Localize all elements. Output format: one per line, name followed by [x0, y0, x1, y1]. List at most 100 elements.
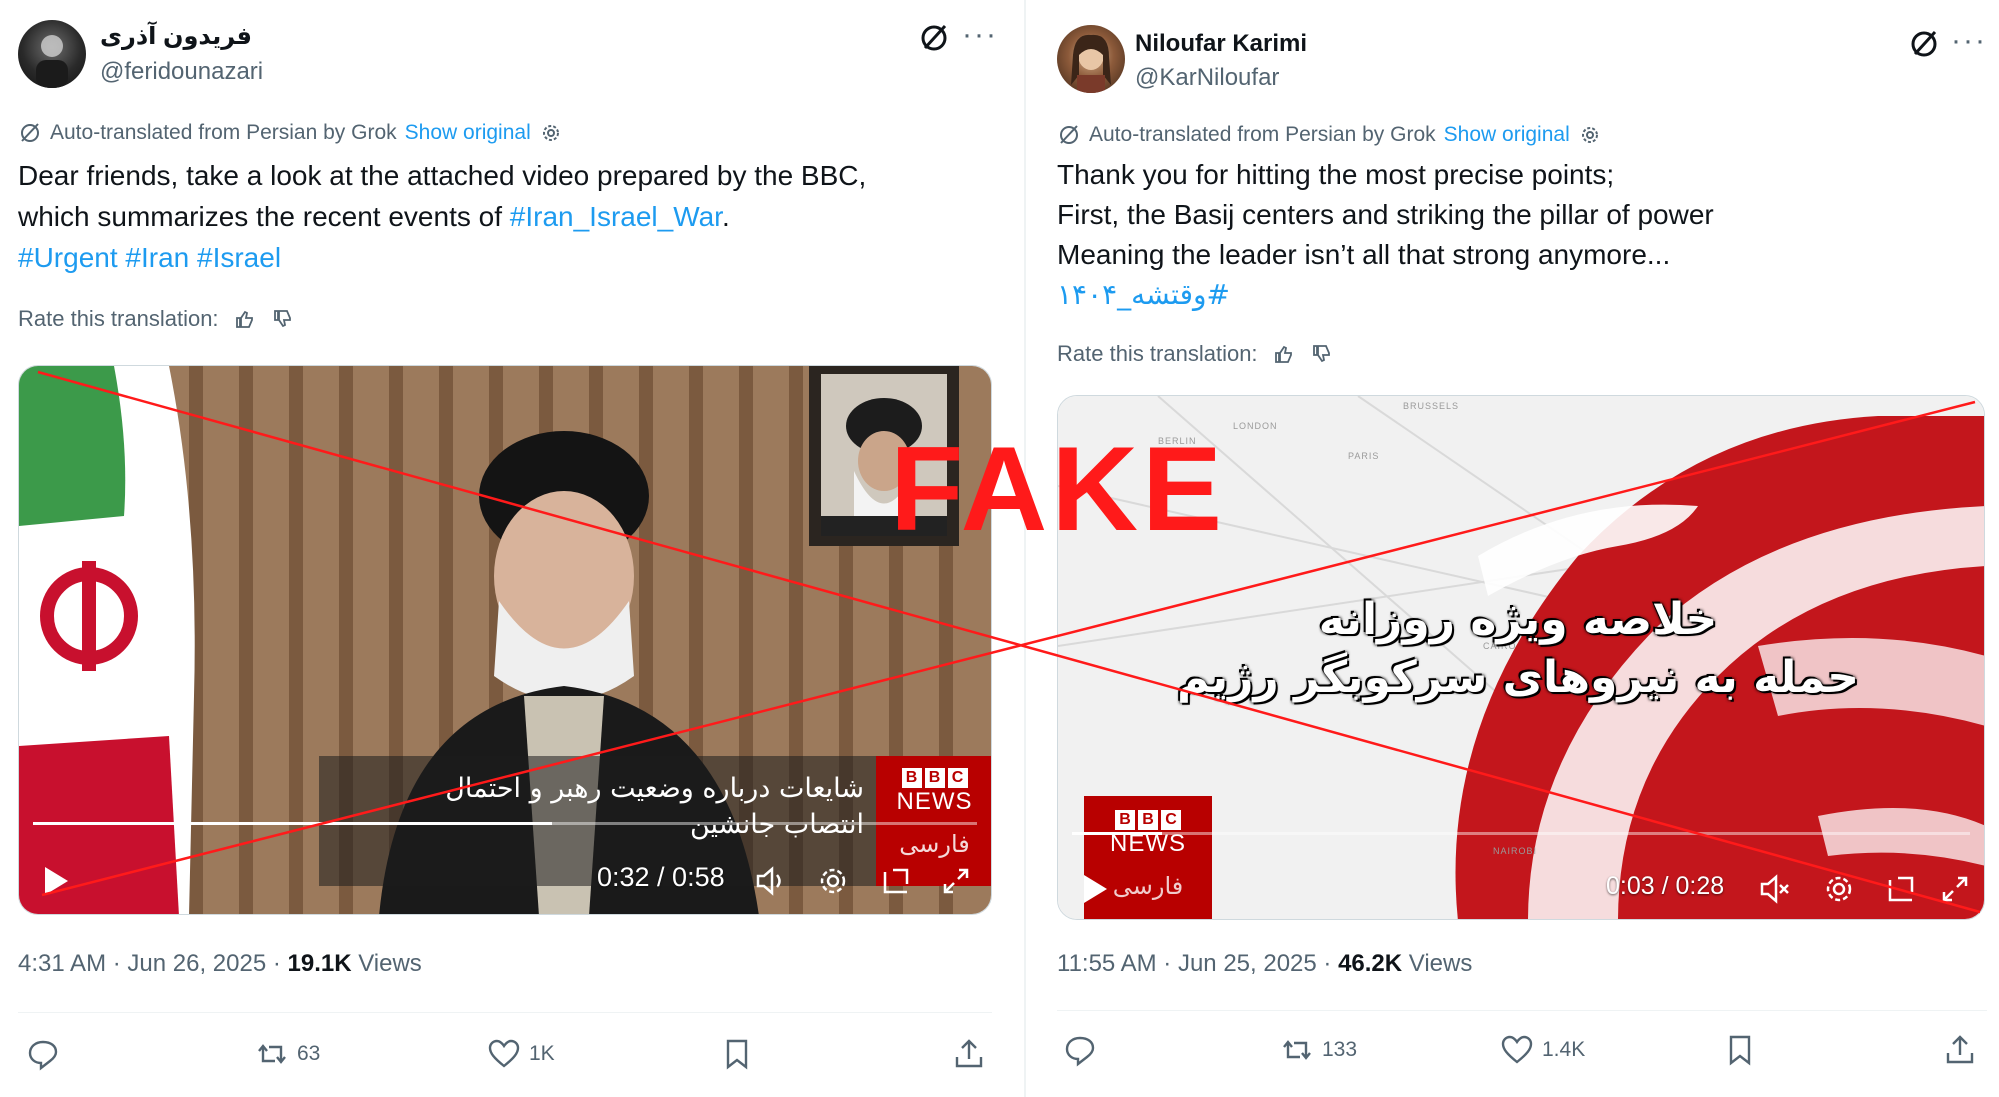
- auto-translated-row: Auto-translated from Persian by Grok Sho…: [18, 118, 563, 148]
- heart-icon: [488, 1039, 520, 1068]
- video-controls: 0:32 / 0:58: [19, 814, 991, 914]
- heart-icon: [1501, 1035, 1533, 1064]
- grok-icon[interactable]: [918, 22, 950, 54]
- map-label: PARIS: [1348, 451, 1380, 461]
- post-meta: 11:55 AM · Jun 25, 2025 · 46.2K Views: [1057, 950, 1472, 978]
- views-label: Views: [351, 950, 422, 977]
- separator: [1057, 1010, 1987, 1011]
- repost-count: 133: [1322, 1038, 1358, 1061]
- tweet-text-suffix: .: [721, 201, 730, 232]
- display-name[interactable]: Niloufar Karimi: [1135, 30, 1307, 58]
- repost-count: 63: [297, 1042, 321, 1065]
- video-caption-line: شایعات درباره وضعیت رهبر و احتمال: [445, 773, 864, 804]
- video-title-line: خلاصه ویژه روزانه: [1318, 594, 1718, 645]
- like-button[interactable]: 1.4K: [1500, 1033, 1585, 1067]
- video-scrubber-progress: [33, 822, 553, 825]
- thumbs-down-icon[interactable]: [1310, 342, 1334, 366]
- more-icon[interactable]: ···: [1951, 26, 1987, 56]
- handle[interactable]: @feridounazari: [100, 58, 263, 86]
- post-left: فریدون آذری @feridounazari ··· Auto-tran…: [0, 0, 1020, 1097]
- like-button[interactable]: 1K: [487, 1037, 555, 1071]
- views-count: 46.2K: [1338, 950, 1403, 977]
- video-controls: 0:03 / 0:28: [1058, 824, 1984, 919]
- display-name[interactable]: فریدون آذری: [100, 22, 252, 51]
- settings-icon[interactable]: [816, 864, 850, 898]
- bbc-letter: B: [901, 768, 922, 788]
- reply-icon: [1065, 1036, 1095, 1067]
- settings-gear-icon[interactable]: [1578, 123, 1602, 147]
- thumbs-up-icon[interactable]: [233, 307, 257, 331]
- share-button[interactable]: [1943, 1033, 1977, 1067]
- avatar-portrait: [1071, 34, 1111, 93]
- grok-icon[interactable]: [1908, 28, 1940, 60]
- tweet-text-line: Dear friends, take a look at the attache…: [18, 160, 867, 191]
- tweet-text-segment: which summarizes the recent events of: [18, 201, 510, 232]
- volume-icon[interactable]: [754, 864, 788, 898]
- rate-translation-label: Rate this translation:: [1057, 341, 1258, 366]
- bbc-letter: C: [947, 768, 968, 788]
- tweet-text: Dear friends, take a look at the attache…: [18, 155, 866, 278]
- post-meta: 4:31 AM · Jun 26, 2025 · 19.1K Views: [18, 950, 422, 978]
- picture-in-picture-icon[interactable]: [879, 864, 913, 898]
- avatar-silhouette: [36, 35, 68, 88]
- hashtag-link[interactable]: #وقتشه_۱۴۰۴: [1057, 275, 1714, 315]
- show-original-link[interactable]: Show original: [405, 121, 531, 145]
- video-time: 0:03 / 0:28: [1606, 872, 1725, 900]
- more-icon[interactable]: ···: [962, 20, 998, 50]
- handle[interactable]: @KarNiloufar: [1135, 64, 1279, 92]
- thumbs-up-icon[interactable]: [1272, 342, 1296, 366]
- video-scrubber[interactable]: [33, 822, 977, 825]
- bookmark-button[interactable]: [1723, 1033, 1757, 1067]
- tweet-text-line: Thank you for hitting the most precise p…: [1057, 159, 1615, 190]
- avatar[interactable]: [18, 20, 86, 88]
- picture-in-picture-icon[interactable]: [1884, 872, 1918, 906]
- avatar[interactable]: [1057, 25, 1125, 93]
- play-icon[interactable]: [1080, 872, 1110, 906]
- views-label: Views: [1402, 950, 1473, 977]
- post-timestamp[interactable]: 4:31 AM · Jun 26, 2025 ·: [18, 950, 288, 977]
- auto-translated-row: Auto-translated from Persian by Grok Sho…: [1057, 120, 1602, 150]
- tweet-text: Thank you for hitting the most precise p…: [1057, 155, 1714, 315]
- rate-translation-row: Rate this translation:: [1057, 341, 1334, 367]
- settings-gear-icon[interactable]: [539, 121, 563, 145]
- share-icon: [1946, 1035, 1974, 1064]
- video-title-line: حمله به نیروهای سرکوبگر رژیم: [1177, 652, 1859, 703]
- repost-button[interactable]: 133: [1280, 1033, 1357, 1067]
- video-player[interactable]: شایعات درباره وضعیت رهبر و احتمال انتصاب…: [18, 365, 992, 915]
- post-timestamp[interactable]: 11:55 AM · Jun 25, 2025 ·: [1057, 950, 1338, 977]
- repost-button[interactable]: 63: [255, 1037, 320, 1071]
- grok-small-icon: [1060, 125, 1078, 144]
- separator: [18, 1012, 992, 1013]
- fullscreen-icon[interactable]: [939, 864, 973, 898]
- hashtags-line[interactable]: #Urgent #Iran #Israel: [18, 237, 866, 278]
- video-scrubber-progress: [1072, 832, 1162, 835]
- grok-small-icon: [21, 123, 39, 142]
- like-count: 1K: [529, 1042, 555, 1065]
- bookmark-icon: [1729, 1035, 1751, 1066]
- hashtag-link[interactable]: #Iran_Israel_War: [510, 201, 722, 232]
- video-scrubber[interactable]: [1072, 832, 1970, 835]
- reply-button[interactable]: [1063, 1033, 1105, 1067]
- bbc-news-label: NEWS: [896, 788, 973, 815]
- map-label: LONDON: [1233, 421, 1278, 431]
- settings-icon[interactable]: [1822, 872, 1856, 906]
- play-icon[interactable]: [41, 864, 71, 898]
- volume-muted-icon[interactable]: [1758, 872, 1792, 906]
- map-label: BRUSSELS: [1403, 401, 1460, 411]
- video-title: خلاصه ویژه روزانه حمله به نیروهای سرکوبگ…: [1158, 591, 1878, 707]
- bookmark-button[interactable]: [720, 1037, 754, 1071]
- views-count: 19.1K: [287, 950, 352, 977]
- show-original-link[interactable]: Show original: [1444, 123, 1570, 147]
- like-count: 1.4K: [1542, 1038, 1586, 1061]
- share-icon: [955, 1039, 983, 1068]
- reply-button[interactable]: [26, 1037, 68, 1071]
- fullscreen-icon[interactable]: [1938, 872, 1972, 906]
- rate-translation-label: Rate this translation:: [18, 306, 219, 331]
- bbc-letter: B: [924, 768, 945, 788]
- tweet-text-line: First, the Basij centers and striking th…: [1057, 199, 1714, 230]
- reply-icon: [28, 1040, 58, 1071]
- thumbs-down-icon[interactable]: [271, 307, 295, 331]
- fake-stamp: FAKE: [890, 422, 1227, 556]
- share-button[interactable]: [952, 1037, 986, 1071]
- auto-translated-label: Auto-translated from Persian by Grok: [50, 121, 397, 144]
